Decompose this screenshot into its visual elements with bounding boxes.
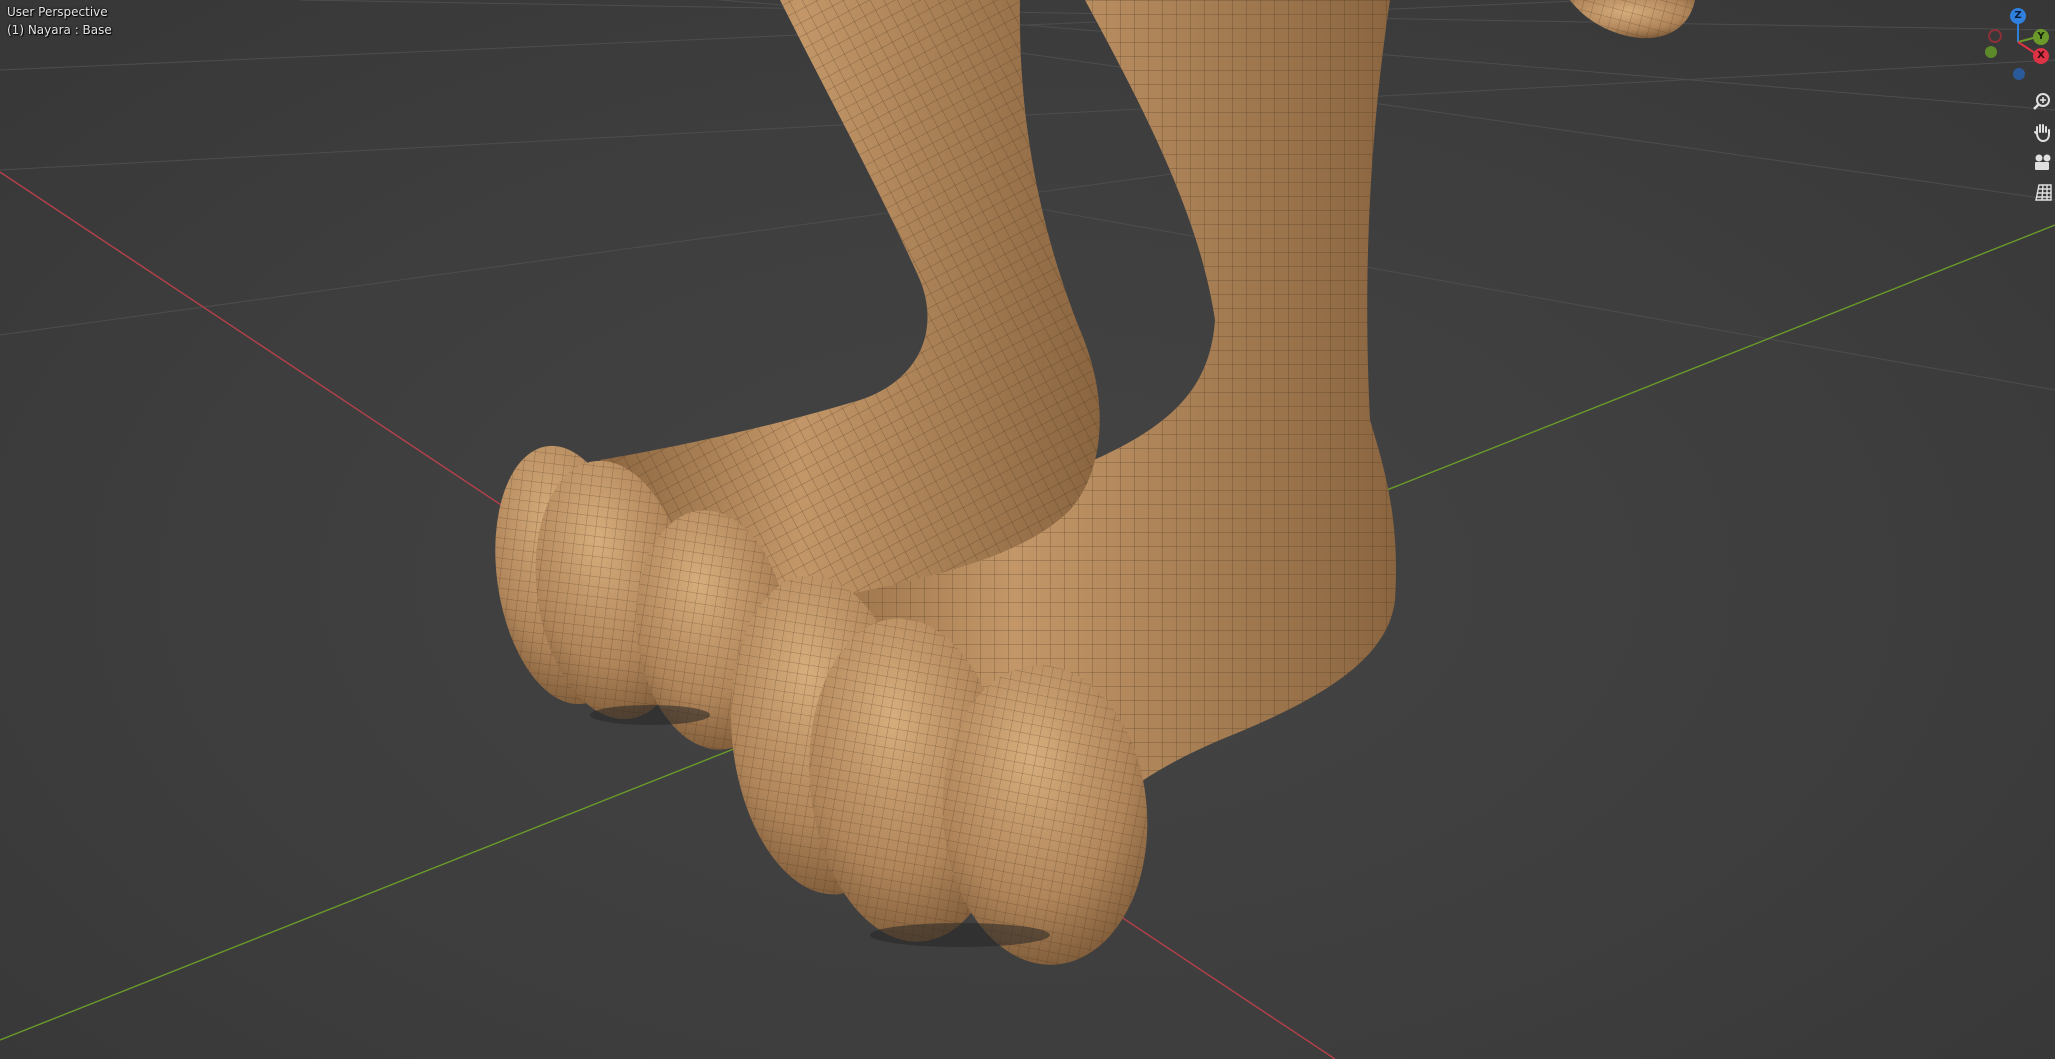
hand-mesh-fragment xyxy=(1570,0,1695,39)
hand-pan-icon xyxy=(2034,124,2050,143)
negative-y-axis-ball[interactable] xyxy=(1985,46,1997,58)
view-mode-label: User Perspective xyxy=(7,5,108,19)
z-axis-ball[interactable]: Z xyxy=(2010,8,2026,24)
active-object-label: (1) Nayara : Base xyxy=(7,23,112,37)
navigation-gizmo[interactable]: Z Y X xyxy=(1985,8,2051,86)
negative-x-axis-ball[interactable] xyxy=(1988,29,2002,43)
camera-icon xyxy=(2035,154,2051,170)
grid-ortho-icon xyxy=(2035,184,2052,201)
negative-z-axis-ball[interactable] xyxy=(2013,68,2025,80)
zoom-icon xyxy=(2033,93,2050,110)
left-leg-mesh xyxy=(600,0,1100,602)
pan-button[interactable] xyxy=(2031,118,2055,146)
ortho-toggle-button[interactable] xyxy=(2031,178,2055,206)
zoom-button[interactable] xyxy=(2031,88,2055,116)
x-axis-ball[interactable]: X xyxy=(2033,48,2049,64)
camera-view-button[interactable] xyxy=(2031,148,2055,176)
viewport-nav-buttons xyxy=(2031,88,2055,208)
3d-viewport[interactable]: User Perspective (1) Nayara : Base Z Y X xyxy=(0,0,2055,1059)
y-axis-ball[interactable]: Y xyxy=(2033,29,2049,45)
scene-canvas[interactable] xyxy=(0,0,2055,1059)
